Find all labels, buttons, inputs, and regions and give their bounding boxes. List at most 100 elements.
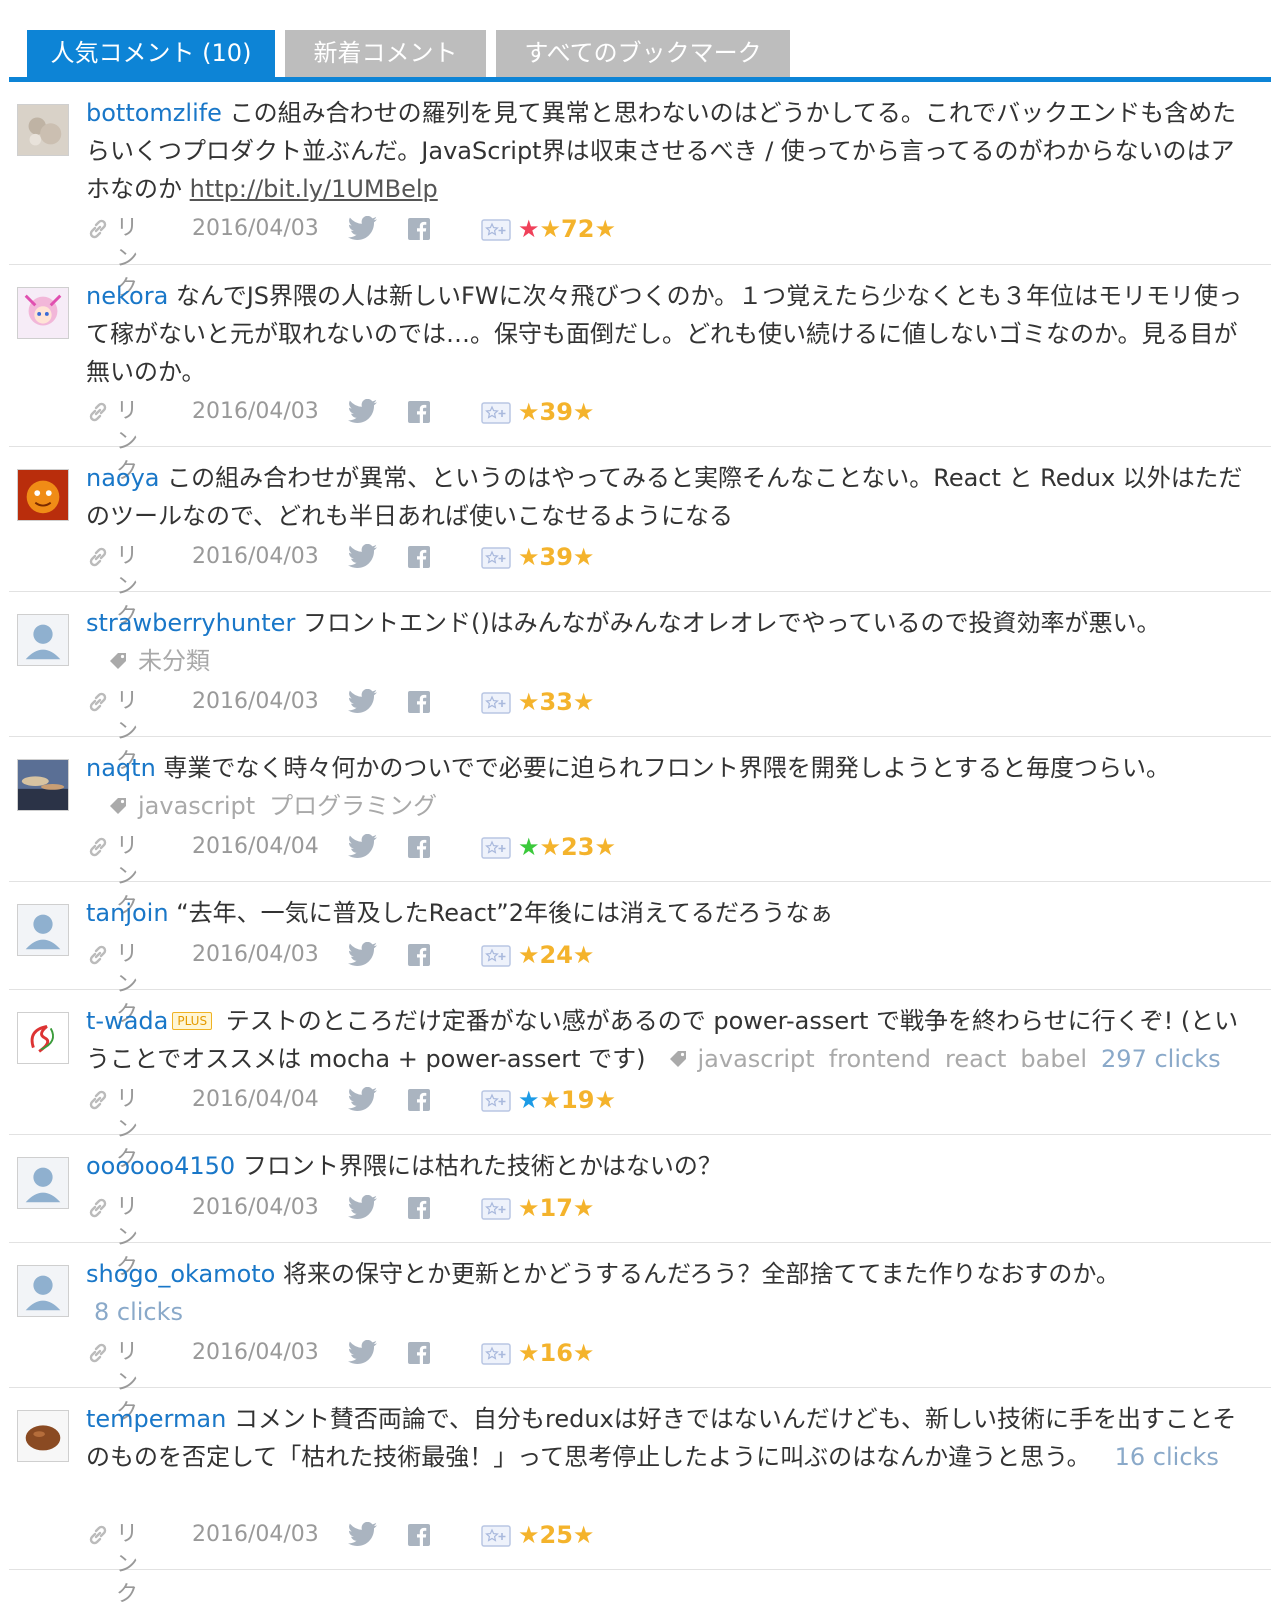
star-icon: ★: [518, 688, 540, 716]
add-star-icon[interactable]: [481, 547, 511, 569]
twitter-icon[interactable]: [348, 833, 378, 860]
star-count[interactable]: ★39★: [518, 397, 594, 427]
comment-entry: naoya この組み合わせが異常、というのはやってみると実際そんなことない。Re…: [9, 447, 1271, 629]
comment-text: コメント賛否両論で、自分もreduxは好きではないんだけども、新しい技術に手を出…: [86, 1405, 1237, 1471]
star-icon: ★: [572, 1339, 595, 1367]
comment-date: 2016/04/03: [192, 216, 319, 241]
star-icon: ★: [594, 833, 616, 861]
twitter-icon[interactable]: [348, 688, 378, 715]
user-avatar[interactable]: [17, 469, 69, 521]
link-icon: [86, 690, 110, 714]
comment-text: なんでJS界隈の人は新しいFWに次々飛びつくのか。１つ覚えたら少なくとも３年位は…: [86, 282, 1243, 386]
tag-link[interactable]: react: [945, 1045, 1006, 1073]
username-link[interactable]: naoya: [86, 464, 160, 492]
comment-date: 2016/04/04: [192, 834, 319, 859]
star-count[interactable]: ★24★: [518, 940, 594, 970]
facebook-icon[interactable]: [408, 546, 430, 568]
username-link[interactable]: t-wada: [86, 1007, 168, 1035]
user-avatar[interactable]: [17, 904, 69, 956]
star-count[interactable]: ★25★: [518, 1520, 594, 1550]
username-link[interactable]: temperman: [86, 1405, 226, 1433]
comment-text: 将来の保守とか更新とかどうするんだろう？全部捨ててまた作りなおすのか。: [282, 1260, 1120, 1288]
username-link[interactable]: tanjoin: [86, 899, 169, 927]
username-link[interactable]: nekora: [86, 282, 168, 310]
tab-all-bookmarks[interactable]: すべてのブックマーク: [496, 30, 790, 77]
twitter-icon[interactable]: [348, 543, 378, 570]
star-number: 39: [539, 398, 573, 426]
facebook-icon[interactable]: [408, 1089, 430, 1111]
comment-entry: nekora なんでJS界隈の人は新しいFWに次々飛びつくのか。１つ覚えたら少な…: [9, 265, 1271, 484]
twitter-icon[interactable]: [348, 1339, 378, 1366]
add-star-icon[interactable]: [481, 1198, 511, 1220]
star-icon: ★: [518, 1339, 540, 1367]
user-avatar[interactable]: [17, 1157, 69, 1209]
facebook-icon[interactable]: [408, 944, 430, 966]
link-icon: [86, 545, 110, 569]
comment-url-link[interactable]: http://bit.ly/1UMBelp: [190, 175, 438, 203]
star-icon: ★: [518, 543, 540, 571]
add-star-icon[interactable]: [481, 1090, 511, 1112]
click-count[interactable]: 16 clicks: [1115, 1443, 1219, 1471]
tag-link[interactable]: javascript: [138, 792, 255, 820]
user-avatar[interactable]: [17, 759, 69, 811]
twitter-icon[interactable]: [348, 1194, 378, 1221]
username-link[interactable]: strawberryhunter: [86, 609, 295, 637]
add-star-icon[interactable]: [481, 402, 511, 424]
tab-popular-comments[interactable]: 人気コメント (10): [27, 30, 275, 77]
star-count[interactable]: ★17★: [518, 1193, 594, 1223]
add-star-icon[interactable]: [481, 837, 511, 859]
username-link[interactable]: shogo_okamoto: [86, 1260, 275, 1288]
twitter-icon[interactable]: [348, 398, 378, 425]
comment-date: 2016/04/04: [192, 1087, 319, 1112]
add-star-icon[interactable]: [481, 219, 511, 241]
user-avatar[interactable]: [17, 614, 69, 666]
add-star-icon[interactable]: [481, 1525, 511, 1547]
comment-body: oooooo4150 フロント界隈には枯れた技術とかはないの？: [86, 1147, 1247, 1185]
link-icon: [86, 1523, 110, 1547]
tag-link[interactable]: javascript: [698, 1045, 815, 1073]
facebook-icon[interactable]: [408, 836, 430, 858]
facebook-icon[interactable]: [408, 401, 430, 423]
facebook-icon[interactable]: [408, 1342, 430, 1364]
star-count[interactable]: ★39★: [518, 542, 594, 572]
click-count[interactable]: 8 clicks: [94, 1293, 1247, 1331]
facebook-icon[interactable]: [408, 691, 430, 713]
twitter-icon[interactable]: [348, 1521, 378, 1548]
facebook-icon[interactable]: [408, 1524, 430, 1546]
comment-body: tanjoin “去年、一気に普及したReact”2年後には消えてるだろうなぁ: [86, 894, 1247, 932]
user-avatar[interactable]: [17, 1012, 69, 1064]
user-avatar[interactable]: [17, 104, 69, 156]
tag-link[interactable]: frontend: [829, 1045, 931, 1073]
click-count[interactable]: 297 clicks: [1101, 1045, 1221, 1073]
add-star-icon[interactable]: [481, 692, 511, 714]
comment-text: 専業でなく時々何かのついでで必要に迫られフロント界隈を開発しようとすると毎度つら…: [163, 754, 1170, 782]
star-count[interactable]: ★★23★: [518, 832, 616, 862]
username-link[interactable]: bottomzlife: [86, 99, 222, 127]
tag-link[interactable]: babel: [1020, 1045, 1087, 1073]
add-star-icon[interactable]: [481, 1343, 511, 1365]
star-count[interactable]: ★★19★: [518, 1085, 616, 1115]
username-link[interactable]: naqtn: [86, 754, 156, 782]
user-avatar[interactable]: [17, 1265, 69, 1317]
twitter-icon[interactable]: [348, 1086, 378, 1113]
star-count[interactable]: ★33★: [518, 687, 594, 717]
star-icon: ★: [518, 215, 540, 243]
comment-text: フロントエンド()はみんながみんなオレオレでやっているので投資効率が悪い。: [302, 609, 1161, 637]
user-avatar[interactable]: [17, 1410, 69, 1462]
facebook-icon[interactable]: [408, 218, 430, 240]
username-link[interactable]: oooooo4150: [86, 1152, 235, 1180]
tag-link[interactable]: プログラミング: [269, 792, 437, 820]
star-count[interactable]: ★★72★: [518, 214, 616, 244]
add-star-icon[interactable]: [481, 945, 511, 967]
tag-link[interactable]: 未分類: [138, 647, 210, 675]
twitter-icon[interactable]: [348, 215, 378, 242]
star-icon: ★: [518, 1521, 540, 1549]
comment-body: t-wada PLUS テストのところだけ定番がない感があるので power-as…: [86, 1002, 1247, 1078]
user-avatar[interactable]: [17, 287, 69, 339]
twitter-icon[interactable]: [348, 941, 378, 968]
facebook-icon[interactable]: [408, 1197, 430, 1219]
comment-entry: bottomzlife この組み合わせの羅列を見て異常と思わないのはどうかしてる…: [9, 82, 1271, 301]
star-count[interactable]: ★16★: [518, 1338, 594, 1368]
permalink[interactable]: リンク: [116, 1520, 138, 1610]
tab-new-comments[interactable]: 新着コメント: [285, 30, 486, 77]
